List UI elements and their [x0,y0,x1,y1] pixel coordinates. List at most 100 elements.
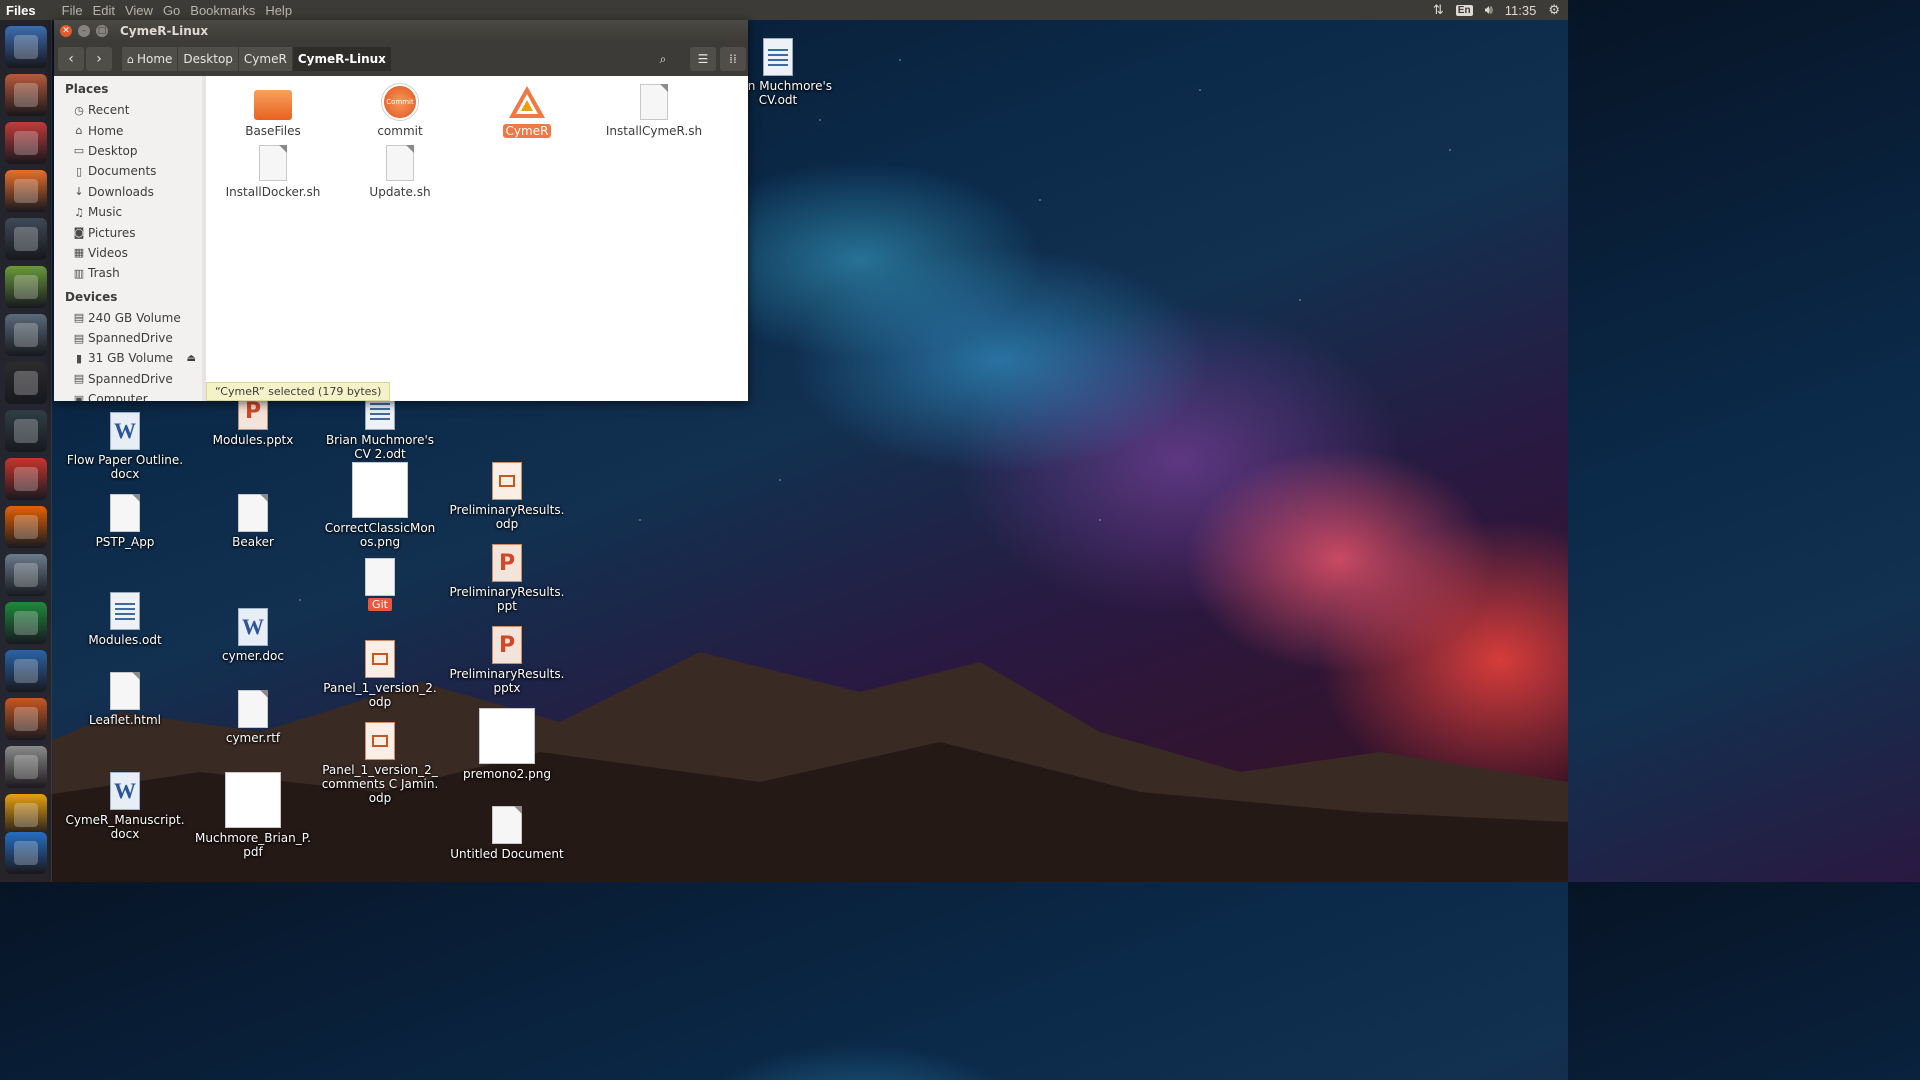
places-item[interactable]: ▭ Desktop [54,141,202,161]
places-item-label: Music [88,205,123,220]
commit-badge-text: Commit [386,98,414,106]
desktop-icon[interactable]: Muchmore_Brian_P. pdf [193,772,313,859]
places-item-label: Trash [88,266,120,281]
desktop-icon[interactable]: premono2.png [447,708,567,781]
volume-icon[interactable]: 🔊︎ [1485,2,1493,18]
launcher-item[interactable] [5,506,47,548]
network-icon[interactable]: ⇅ [1433,2,1444,18]
desktop-icon[interactable]: Git [320,558,440,611]
file-label: commit [377,124,423,138]
desktop-icon[interactable]: PSTP_App [65,494,185,549]
launcher-item[interactable] [5,832,47,874]
grid-view-button[interactable]: ⁞⁞ [720,47,746,71]
files-icon [14,83,38,107]
devices-item[interactable]: ▤ SpannedDrive [54,369,202,389]
launcher-item[interactable] [5,26,47,68]
desktop-icon[interactable]: P PreliminaryResults. ppt [447,544,567,613]
file-item[interactable]: Commit commit [335,84,465,138]
launcher-item[interactable] [5,74,47,116]
desktop-icon[interactable]: Panel_1_version_2. odp [320,640,440,709]
breadcrumb-desktop[interactable]: Desktop [178,47,239,71]
desktop-icon-label: Untitled Document [450,847,564,861]
places-item-label: Documents [88,164,157,179]
launcher-item[interactable] [5,698,47,740]
launcher-item[interactable] [5,122,47,164]
file-item[interactable]: InstallDocker.sh [208,145,338,199]
launcher-item[interactable] [5,458,47,500]
desktop-icon-label: PSTP_App [95,535,155,549]
text-file-icon [238,494,268,532]
text-line [768,53,788,56]
desktop-icon[interactable]: P PreliminaryResults. pptx [447,626,567,695]
terminal-icon [14,371,38,395]
launcher-item[interactable] [5,218,47,260]
devices-item[interactable]: ▣ Computer [54,389,202,401]
desktop-icon[interactable]: Untitled Document [447,806,567,861]
desktop-icon[interactable]: Beaker [193,494,313,549]
desktop-icon[interactable]: CorrectClassicMon os.png [320,462,440,549]
desktop-icon[interactable]: W CymeR_Manuscript. docx [65,772,185,841]
devices-item[interactable]: ▤ 240 GB Volume [54,308,202,328]
breadcrumb-home[interactable]: ⌂ Home [122,47,179,71]
desktop-icon[interactable]: W Flow Paper Outline. docx [65,412,185,481]
breadcrumb-cymer[interactable]: CymeR [238,47,293,71]
places-item[interactable]: ▦ Videos [54,243,202,263]
gear-icon[interactable]: ⚙ [1548,2,1560,18]
places-item[interactable]: ♫ Music [54,202,202,222]
window-titlebar[interactable]: ✕ – □ CymeR-Linux [54,20,748,42]
search-button[interactable]: ⌕ [650,47,676,71]
menu-view[interactable]: View [125,3,153,18]
desktop-icon[interactable]: Leaflet.html [65,672,185,727]
desktop-icon[interactable]: PreliminaryResults. odp [447,462,567,531]
document-icon: ▯ [75,164,83,178]
launcher-item[interactable] [5,746,47,788]
sidebar: Places ◷ Recent ⌂ Home ▭ Desktop ▯ Documents ↓ Do… [54,76,206,401]
launcher-item[interactable] [5,602,47,644]
launcher-item[interactable] [5,650,47,692]
file-item[interactable]: CymeR [462,84,592,138]
minimize-icon[interactable]: – [78,25,90,37]
places-item[interactable]: ◙ Pictures [54,222,202,242]
file-item[interactable]: Update.sh [335,145,465,199]
menu-help[interactable]: Help [265,3,292,18]
desktop-icon-label: Modules.odt [88,633,162,647]
list-view-button[interactable]: ☰ [690,47,716,71]
forward-button[interactable]: › [86,47,112,71]
places-item[interactable]: ↓ Downloads [54,182,202,202]
close-icon[interactable]: ✕ [60,25,72,37]
breadcrumb-cymer-linux[interactable]: CymeR-Linux [292,47,392,71]
menu-bookmarks[interactable]: Bookmarks [190,3,255,18]
launcher-item[interactable] [5,314,47,356]
desktop-icon[interactable]: Brian Muchmore's CV 2.odt [320,392,440,461]
launcher-item[interactable] [5,266,47,308]
desktop-icon[interactable]: Modules.odt [65,592,185,647]
menu-go[interactable]: Go [163,3,180,18]
text-line [115,607,135,610]
text-file-icon [492,806,522,844]
places-item[interactable]: ▯ Documents [54,161,202,181]
desktop-icon[interactable]: Panel_1_version_2_ comments C Jamin. odp [320,722,440,805]
menu-edit[interactable]: Edit [93,3,115,18]
launcher-item[interactable] [5,410,47,452]
back-button[interactable]: ‹ [58,47,84,71]
launcher-item[interactable] [5,794,47,836]
launcher-item[interactable] [5,362,47,404]
keyboard-layout-indicator[interactable]: En [1455,4,1473,16]
devices-item[interactable]: ▮ 31 GB Volume ⏏ [54,348,202,368]
status-bar: “CymeR” selected (179 bytes) [206,382,391,401]
launcher-item[interactable] [5,170,47,212]
cymer-app-icon [14,803,38,827]
places-item[interactable]: ▥ Trash [54,263,202,283]
places-item[interactable]: ◷ Recent [54,100,202,120]
desktop-icon[interactable]: cymer.rtf [193,690,313,745]
launcher-item[interactable] [5,554,47,596]
eject-icon[interactable]: ⏏ [187,353,196,364]
devices-item[interactable]: ▤ SpannedDrive [54,328,202,348]
clock[interactable]: 11:35 [1505,3,1537,18]
file-item[interactable]: InstallCymeR.sh [589,84,719,138]
menu-file[interactable]: File [62,3,83,18]
maximize-icon[interactable]: □ [96,25,108,37]
places-item[interactable]: ⌂ Home [54,120,202,140]
desktop-icon[interactable]: Wcymer.doc [193,608,313,663]
file-item[interactable]: BaseFiles [208,84,338,138]
